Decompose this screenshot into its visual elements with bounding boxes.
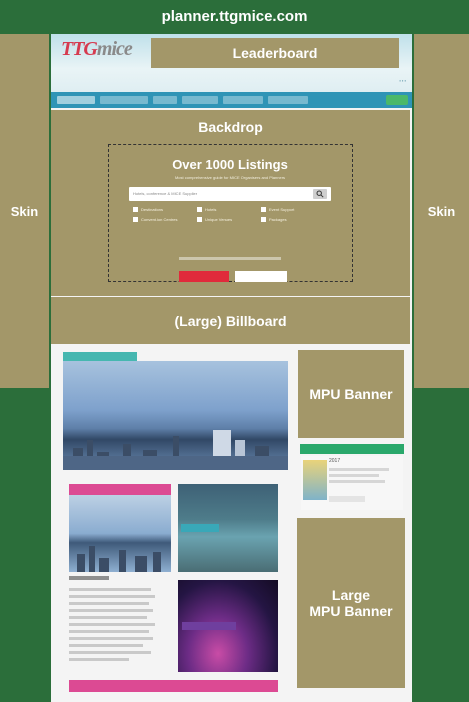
website-mockup: TTGmice ▪ ▪ ▪ Leaderboard Backdrop Over … xyxy=(51,34,412,702)
hero-category-tag[interactable] xyxy=(63,352,137,361)
search-input[interactable]: Hotels, conference & MICE Supplier xyxy=(129,187,331,201)
article-card-header[interactable] xyxy=(69,484,171,495)
site-header: TTGmice ▪ ▪ ▪ Leaderboard xyxy=(51,34,412,92)
category-checkbox[interactable]: Packages xyxy=(261,217,287,222)
large-mpu-ad-slot: Large MPU Banner xyxy=(297,518,405,688)
article-card-text xyxy=(69,595,155,598)
nav-item[interactable] xyxy=(57,96,95,104)
event-year: 2017 xyxy=(329,458,341,464)
listing-subtitle: Most comprehensive guide for MICE Organi… xyxy=(174,175,286,180)
category-label: Destinations xyxy=(141,207,164,212)
article-card-text xyxy=(69,651,151,654)
leaderboard-ad-slot: Leaderboard xyxy=(151,38,399,68)
logo-ttg: TTG xyxy=(61,38,98,60)
skin-right-ad-slot: Skin xyxy=(414,34,469,388)
article-card-text xyxy=(69,658,129,661)
search-placeholder: Hotels, conference & MICE Supplier xyxy=(133,191,198,196)
article-card-image[interactable] xyxy=(178,580,278,672)
featured-event[interactable]: 2017 xyxy=(301,456,403,510)
sidebar-section-header xyxy=(300,444,404,454)
skin-right-label: Skin xyxy=(427,203,456,219)
nav-item[interactable] xyxy=(100,96,148,104)
leaderboard-label: Leaderboard xyxy=(232,45,318,61)
domain-bar: planner.ttgmice.com xyxy=(0,0,469,32)
category-label: Hotels xyxy=(205,207,217,212)
article-card-text xyxy=(69,588,151,591)
skin-left-ad-slot: Skin xyxy=(0,34,49,388)
category-checkbox[interactable]: Convent.ion Centres xyxy=(133,217,177,222)
large-mpu-label-line1: Large xyxy=(331,587,371,603)
category-checkbox[interactable]: Event Support xyxy=(261,207,294,212)
hero-image[interactable] xyxy=(63,361,288,470)
secondary-button[interactable] xyxy=(235,271,287,282)
nav-item[interactable] xyxy=(223,96,263,104)
listing-title: Over 1000 Listings xyxy=(172,157,288,172)
venue-info-text xyxy=(179,257,281,260)
section-header-bar[interactable] xyxy=(69,680,278,692)
search-button[interactable] xyxy=(313,189,327,199)
article-card-image[interactable] xyxy=(178,484,278,572)
category-label: Packages xyxy=(269,217,287,222)
article-card-image[interactable] xyxy=(69,495,171,572)
mpu-label: MPU Banner xyxy=(309,386,393,402)
nav-item[interactable] xyxy=(153,96,177,104)
category-label: Event Support xyxy=(269,207,295,212)
category-checkbox[interactable]: Unique Venues xyxy=(197,217,232,222)
nav-action-button[interactable] xyxy=(386,95,408,105)
article-card-text xyxy=(69,602,149,605)
header-links: ▪ ▪ ▪ xyxy=(399,78,406,83)
billboard-ad-slot: (Large) Billboard xyxy=(51,297,410,344)
article-card-text xyxy=(69,609,153,612)
article-card-text xyxy=(69,644,143,647)
logo-mice: mice xyxy=(96,38,133,60)
category-label: Convent.ion Centres xyxy=(141,217,178,222)
search-icon xyxy=(316,190,324,198)
domain-text: planner.ttgmice.com xyxy=(161,7,308,25)
article-card-text xyxy=(69,630,149,633)
article-card-text xyxy=(69,616,147,619)
category-label: Unique Venues xyxy=(205,217,233,222)
backdrop-ad-slot: Backdrop Over 1000 Listings Most compreh… xyxy=(51,110,410,296)
site-nav xyxy=(51,92,412,108)
site-logo[interactable]: TTGmice xyxy=(61,38,133,61)
article-card-text xyxy=(69,623,155,626)
primary-button[interactable] xyxy=(179,271,229,282)
nav-item[interactable] xyxy=(268,96,308,104)
mpu-ad-slot: MPU Banner xyxy=(298,350,404,438)
backdrop-label: Backdrop xyxy=(198,119,263,135)
listing-search-panel: Over 1000 Listings Most comprehensive gu… xyxy=(108,144,353,282)
article-card-tag[interactable] xyxy=(182,622,236,630)
skin-left-label: Skin xyxy=(10,203,39,219)
nav-item[interactable] xyxy=(182,96,218,104)
large-mpu-label-line2: MPU Banner xyxy=(309,603,393,619)
article-card-tag[interactable] xyxy=(181,524,219,532)
category-checkbox[interactable]: Hotels xyxy=(197,207,216,212)
event-thumbnail xyxy=(303,460,327,500)
billboard-label: (Large) Billboard xyxy=(174,312,287,329)
article-card-text xyxy=(69,637,153,640)
article-card-title[interactable] xyxy=(69,576,109,580)
category-checkbox[interactable]: Destinations xyxy=(133,207,163,212)
